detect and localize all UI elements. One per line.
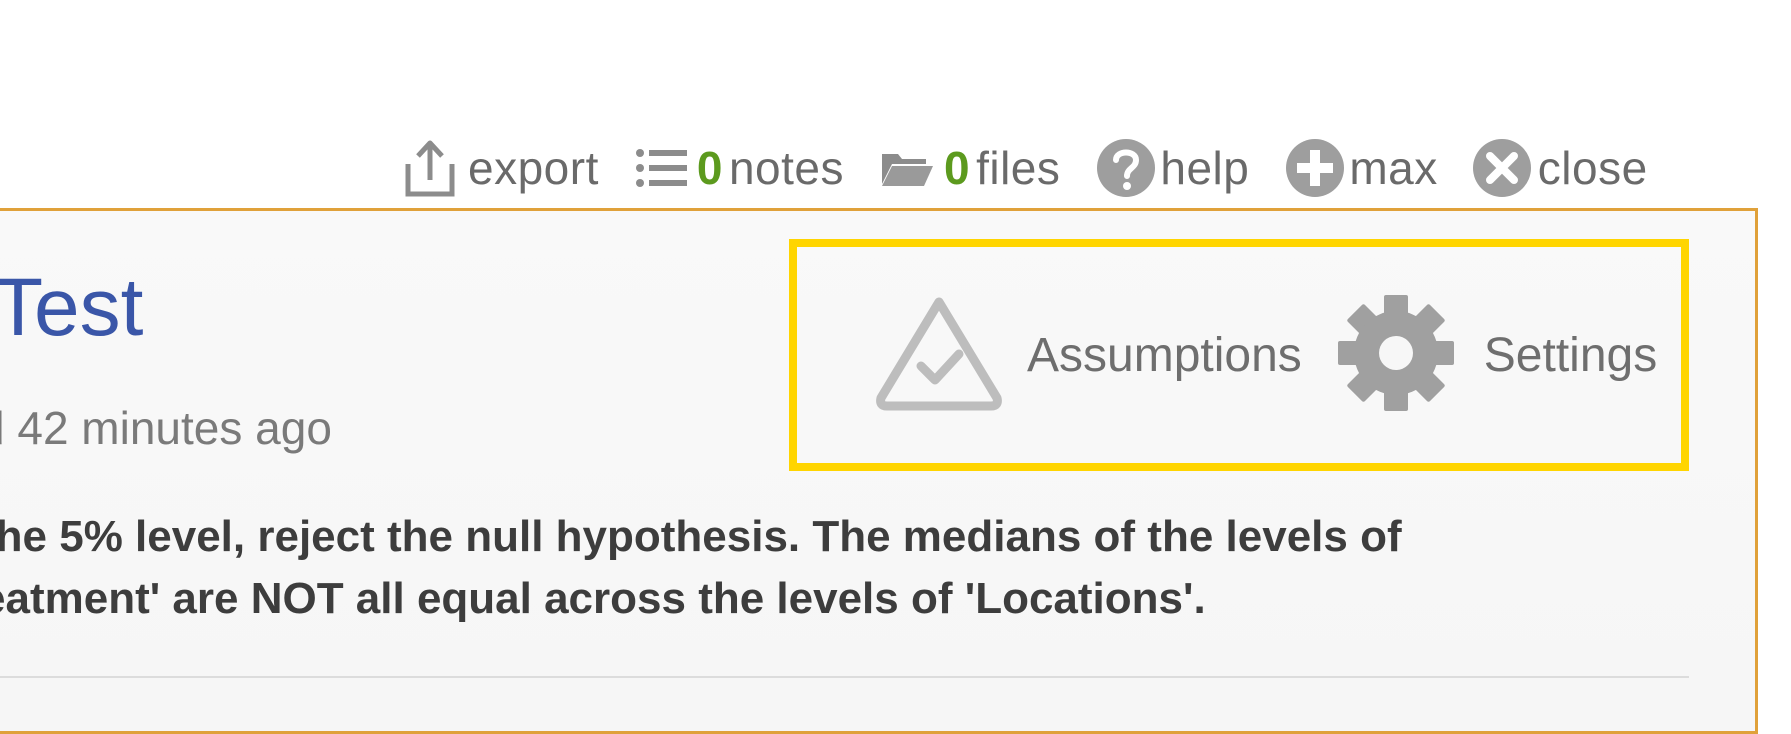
notes-icon xyxy=(635,148,689,188)
notes-button[interactable]: 0 notes xyxy=(635,141,844,195)
timestamp: d 42 minutes ago xyxy=(0,402,332,454)
files-button[interactable]: 0 files xyxy=(880,141,1060,195)
actions-highlight-box: Assumptions Settings xyxy=(789,239,1689,471)
max-label: max xyxy=(1349,142,1438,194)
output-toolbar: export 0 notes 0 files help max close xyxy=(404,133,1648,203)
settings-icon xyxy=(1336,293,1456,418)
settings-button[interactable]: Settings xyxy=(1336,293,1657,418)
export-icon xyxy=(404,138,456,198)
notes-count: 0 xyxy=(696,142,723,194)
result-summary: the 5% level, reject the null hypothesis… xyxy=(0,506,1402,630)
max-icon xyxy=(1285,138,1345,198)
export-label: export xyxy=(468,142,599,194)
result-line-1: the 5% level, reject the null hypothesis… xyxy=(0,512,1402,561)
results-panel: Test d 42 minutes ago the 5% level, reje… xyxy=(0,208,1758,734)
notes-label: notes xyxy=(728,142,844,194)
help-button[interactable]: help xyxy=(1096,138,1249,198)
settings-label: Settings xyxy=(1483,328,1658,382)
folder-icon xyxy=(880,148,934,188)
close-label: close xyxy=(1537,142,1648,194)
assumptions-label: Assumptions xyxy=(1027,328,1302,382)
assumptions-icon xyxy=(873,294,1005,417)
help-label: help xyxy=(1160,142,1250,194)
help-icon xyxy=(1096,138,1156,198)
files-label: files xyxy=(976,142,1061,194)
files-count: 0 xyxy=(943,142,971,194)
page-title: Test xyxy=(0,262,144,353)
result-line-2: eatment' are NOT all equal across the le… xyxy=(0,574,1206,623)
close-icon xyxy=(1472,138,1532,198)
assumptions-button[interactable]: Assumptions xyxy=(873,294,1302,417)
close-button[interactable]: close xyxy=(1472,138,1648,198)
export-button[interactable]: export xyxy=(404,138,599,198)
divider xyxy=(0,676,1689,678)
max-button[interactable]: max xyxy=(1285,138,1437,198)
